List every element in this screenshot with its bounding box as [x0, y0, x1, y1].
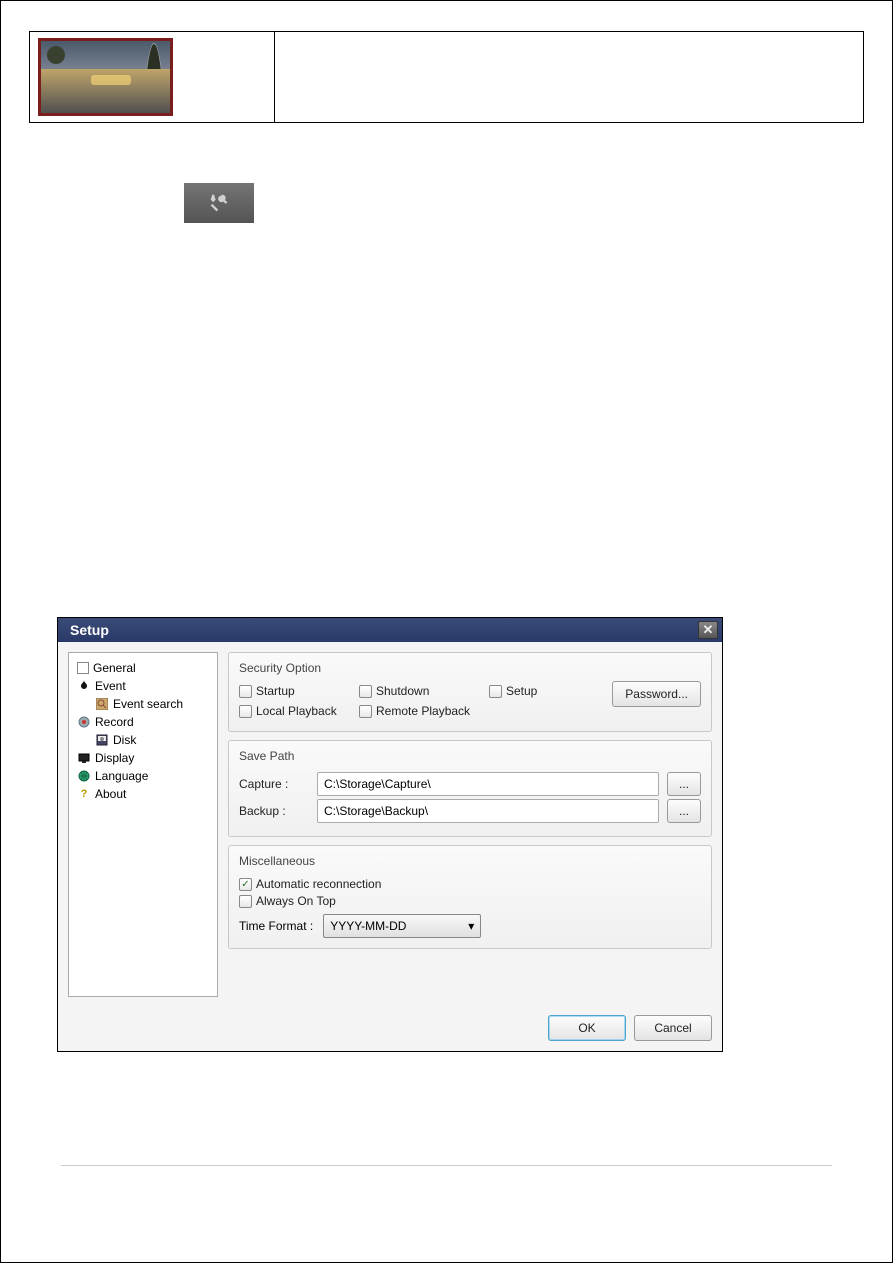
select-value: YYYY-MM-DD: [330, 919, 406, 933]
settings-tree: General Event Event search Record Disk: [68, 652, 218, 997]
group-title: Miscellaneous: [239, 850, 701, 874]
tree-item-language[interactable]: Language: [73, 767, 213, 785]
setup-tools-button[interactable]: [184, 183, 254, 223]
dialog-body: General Event Event search Record Disk: [58, 642, 722, 1007]
group-title: Security Option: [239, 657, 701, 681]
backup-path-input[interactable]: C:\Storage\Backup\: [317, 799, 659, 823]
capture-path-input[interactable]: C:\Storage\Capture\: [317, 772, 659, 796]
tree-label: General: [93, 661, 136, 675]
time-format-select[interactable]: YYYY-MM-DD ▾: [323, 914, 481, 938]
tree-label: Disk: [113, 733, 136, 747]
checkbox-label: Always On Top: [256, 894, 336, 908]
tree-item-event[interactable]: Event: [73, 677, 213, 695]
time-format-label: Time Format :: [239, 919, 313, 933]
browse-backup-button[interactable]: ...: [667, 799, 701, 823]
description-cell: [275, 32, 864, 123]
tools-icon: [209, 193, 229, 213]
checkbox-label: Setup: [506, 684, 537, 698]
checkbox-setup[interactable]: Setup: [489, 684, 579, 698]
page-icon: [77, 662, 89, 674]
cancel-button[interactable]: Cancel: [634, 1015, 712, 1041]
group-title: Save Path: [239, 745, 701, 769]
checkbox-always-on-top[interactable]: Always On Top: [239, 894, 701, 908]
dialog-title: Setup: [70, 622, 109, 638]
save-path-group: Save Path Capture : C:\Storage\Capture\ …: [228, 740, 712, 837]
search-list-icon: [95, 697, 109, 711]
tree-label: Event: [95, 679, 126, 693]
checkbox-local-playback[interactable]: Local Playback: [239, 704, 359, 718]
tree-label: Event search: [113, 697, 183, 711]
tree-label: Record: [95, 715, 134, 729]
close-icon: ✕: [703, 622, 714, 638]
miscellaneous-group: Miscellaneous ✓Automatic reconnection Al…: [228, 845, 712, 949]
disk-icon: [95, 733, 109, 747]
dialog-titlebar: Setup ✕: [58, 618, 722, 642]
tree-item-display[interactable]: Display: [73, 749, 213, 767]
capture-label: Capture :: [239, 777, 309, 791]
display-icon: [77, 751, 91, 765]
checkbox-label: Automatic reconnection: [256, 877, 381, 891]
tree-item-record[interactable]: Record: [73, 713, 213, 731]
flame-icon: [77, 679, 91, 693]
setup-dialog: Setup ✕ General Event Event search: [57, 617, 723, 1052]
tree-item-general[interactable]: General: [73, 659, 213, 677]
record-icon: [77, 715, 91, 729]
top-table: [29, 31, 864, 123]
backup-label: Backup :: [239, 804, 309, 818]
page-footer-rule: [61, 1165, 832, 1166]
checkbox-label: Shutdown: [376, 684, 429, 698]
tree-item-about[interactable]: ? About: [73, 785, 213, 803]
checkbox-auto-reconnect[interactable]: ✓Automatic reconnection: [239, 877, 701, 891]
tree-label: Display: [95, 751, 134, 765]
checkbox-startup[interactable]: Startup: [239, 684, 359, 698]
camera-preview-thumbnail: [38, 38, 173, 116]
tree-item-disk[interactable]: Disk: [91, 731, 213, 749]
tree-label: Language: [95, 769, 148, 783]
tree-item-event-search[interactable]: Event search: [91, 695, 213, 713]
checkbox-shutdown[interactable]: Shutdown: [359, 684, 489, 698]
password-button[interactable]: Password...: [612, 681, 701, 707]
checkbox-label: Remote Playback: [376, 704, 470, 718]
manual-page: manualshive.com Setup ✕ General Event: [0, 0, 893, 1263]
browse-capture-button[interactable]: ...: [667, 772, 701, 796]
settings-panels: Security Option Startup Shutdown Setup L…: [228, 652, 712, 997]
close-button[interactable]: ✕: [698, 621, 718, 639]
checkbox-label: Local Playback: [256, 704, 337, 718]
chevron-down-icon: ▾: [468, 919, 474, 933]
globe-icon: [77, 769, 91, 783]
security-option-group: Security Option Startup Shutdown Setup L…: [228, 652, 712, 732]
checkbox-label: Startup: [256, 684, 295, 698]
dialog-footer: OK Cancel: [58, 1007, 722, 1051]
checkbox-remote-playback[interactable]: Remote Playback: [359, 704, 470, 718]
help-icon: ?: [77, 787, 91, 801]
ok-button[interactable]: OK: [548, 1015, 626, 1041]
thumbnail-cell: [30, 32, 275, 123]
tree-label: About: [95, 787, 126, 801]
